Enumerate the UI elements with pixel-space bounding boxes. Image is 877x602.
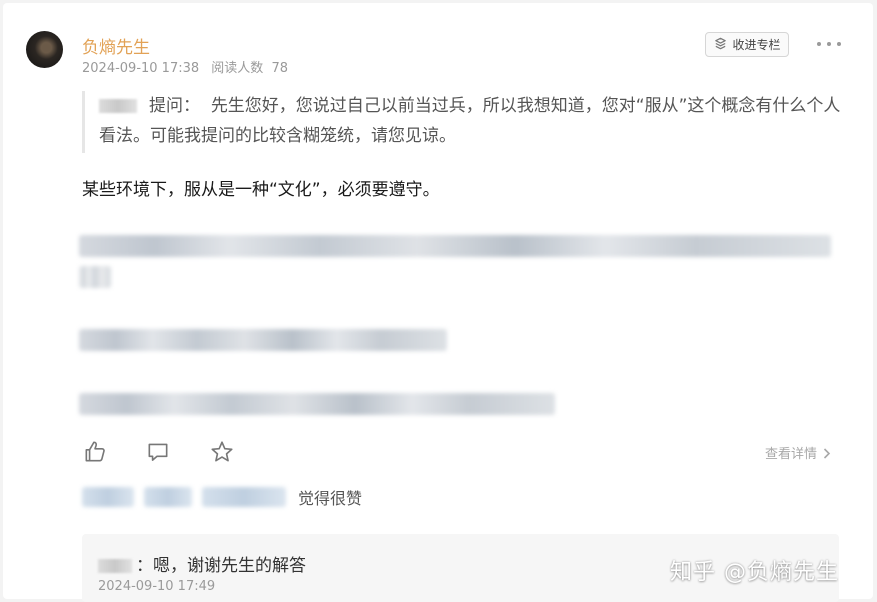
likes-text: 觉得很赞 bbox=[298, 489, 363, 508]
more-dots-icon[interactable] bbox=[817, 35, 841, 53]
blurred-paragraph-1-line-1 bbox=[79, 235, 831, 257]
collect-button[interactable]: 收进专栏 bbox=[705, 32, 789, 57]
author-name[interactable]: 负熵先生 bbox=[82, 33, 150, 58]
reads-count: 78 bbox=[271, 61, 288, 76]
author-avatar[interactable] bbox=[26, 31, 63, 68]
view-details-label: 查看详情 bbox=[765, 447, 818, 462]
question-text: 先生您好，您说过自己以前当过兵，所以我想知道，您对“服从”这个概念有什么个人看法… bbox=[99, 96, 841, 146]
blurred-paragraph-3 bbox=[79, 393, 555, 415]
liker-name-blurred-2[interactable] bbox=[144, 487, 192, 507]
post-card: 负熵先生 2024-09-10 17:38 阅读人数 78 收进专栏 提问： 先… bbox=[3, 3, 873, 602]
thumbs-up-icon[interactable] bbox=[82, 439, 108, 465]
asker-name-blurred bbox=[99, 99, 137, 113]
collect-label: 收进专栏 bbox=[732, 38, 781, 52]
reply-text: ：嗯，谢谢先生的解答 bbox=[136, 556, 306, 576]
collection-icon bbox=[713, 36, 728, 54]
blurred-paragraph-1-line-2 bbox=[79, 266, 111, 288]
blurred-paragraph-2 bbox=[79, 329, 447, 351]
question-quote: 提问： 先生您好，您说过自己以前当过兵，所以我想知道，您对“服从”这个概念有什么… bbox=[82, 91, 842, 153]
post-meta: 2024-09-10 17:38 阅读人数 78 bbox=[82, 57, 288, 76]
question-prefix: 提问： bbox=[149, 96, 200, 116]
replier-name-blurred bbox=[98, 559, 132, 573]
answer-text: 某些环境下，服从是一种“文化”，必须要遵守。 bbox=[82, 180, 440, 200]
likes-row: 觉得很赞 bbox=[82, 484, 362, 510]
reads-label: 阅读人数 bbox=[211, 61, 264, 76]
reply-line: ：嗯，谢谢先生的解答 bbox=[98, 551, 306, 576]
liker-name-blurred-3[interactable] bbox=[202, 487, 286, 507]
post-date: 2024-09-10 17:38 bbox=[82, 61, 200, 76]
watermark: 知乎 @负熵先生 bbox=[670, 560, 839, 585]
star-icon[interactable] bbox=[209, 439, 235, 465]
reply-time: 2024-09-10 17:49 bbox=[98, 579, 216, 594]
chevron-right-icon bbox=[819, 447, 831, 462]
view-details-link[interactable]: 查看详情 bbox=[765, 443, 831, 462]
comment-icon[interactable] bbox=[145, 439, 171, 465]
liker-name-blurred-1[interactable] bbox=[82, 487, 134, 507]
